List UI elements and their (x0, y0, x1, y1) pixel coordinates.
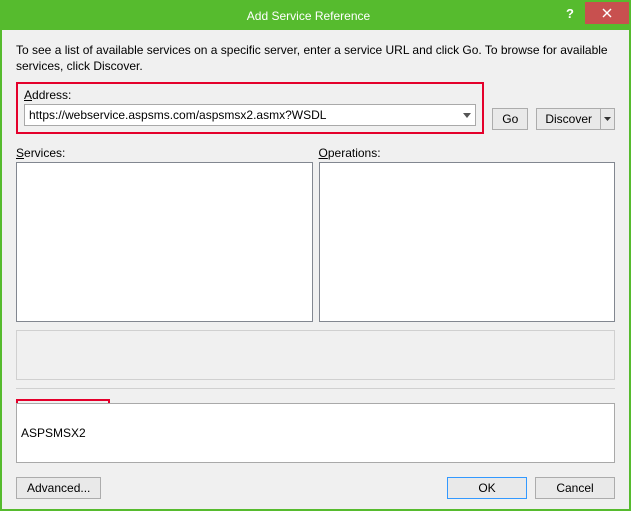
ok-button[interactable]: OK (447, 477, 527, 499)
panes-row: Services: Operations: (16, 146, 615, 322)
chevron-down-icon (463, 113, 471, 118)
chevron-down-icon (604, 117, 611, 121)
address-dropdown-button[interactable] (459, 105, 475, 125)
intro-text: To see a list of available services on a… (16, 42, 615, 74)
window-title: Add Service Reference (2, 9, 555, 23)
go-button[interactable]: Go (492, 108, 528, 130)
discover-button[interactable]: Discover (536, 108, 600, 130)
address-combobox[interactable] (24, 104, 476, 126)
operations-pane: Operations: (319, 146, 616, 322)
discover-split-button[interactable]: Discover (536, 108, 615, 130)
address-label: Address: (24, 88, 476, 102)
services-list[interactable] (16, 162, 313, 322)
title-controls: ? (555, 2, 629, 30)
close-button[interactable] (585, 2, 629, 24)
services-label: Services: (16, 146, 313, 160)
address-highlight: Address: (16, 82, 484, 134)
operations-label: Operations: (319, 146, 616, 160)
services-pane: Services: (16, 146, 313, 322)
close-icon (602, 8, 612, 18)
operations-list[interactable] (319, 162, 616, 322)
titlebar: Add Service Reference ? (2, 2, 629, 30)
dialog-footer: Advanced... OK Cancel (16, 477, 615, 499)
discover-dropdown-button[interactable] (600, 108, 615, 130)
dialog-content: To see a list of available services on a… (2, 30, 629, 509)
status-panel (16, 330, 615, 380)
help-button[interactable]: ? (555, 2, 585, 24)
cancel-button[interactable]: Cancel (535, 477, 615, 499)
namespace-input[interactable] (16, 403, 615, 463)
advanced-button[interactable]: Advanced... (16, 477, 101, 499)
dialog-window: Add Service Reference ? To see a list of… (0, 0, 631, 511)
address-input[interactable] (25, 105, 459, 125)
separator (16, 388, 615, 389)
